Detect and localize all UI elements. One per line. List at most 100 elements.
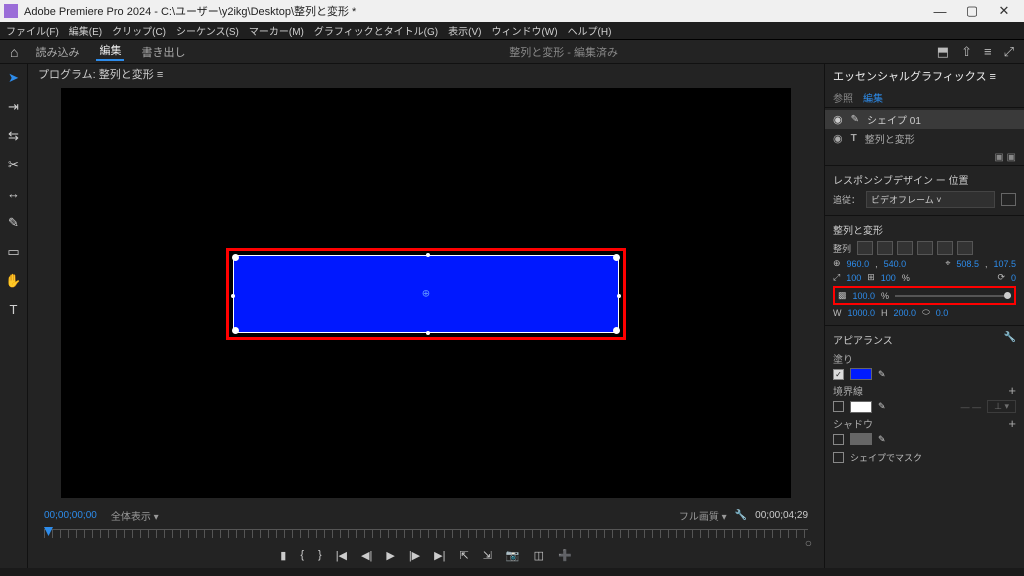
- slider-thumb-icon[interactable]: [1004, 292, 1011, 299]
- position-y[interactable]: 540.0: [884, 259, 907, 269]
- resize-handle[interactable]: [232, 327, 239, 334]
- align-right-icon[interactable]: [897, 241, 913, 255]
- mark-out-icon[interactable]: }: [318, 549, 322, 562]
- scale-pct[interactable]: 100: [881, 273, 896, 283]
- maximize-button[interactable]: ▢: [956, 3, 988, 19]
- shadow-checkbox[interactable]: [833, 434, 844, 445]
- align-left-icon[interactable]: [857, 241, 873, 255]
- shadow-color-swatch[interactable]: [850, 433, 872, 445]
- settings-wrench-icon[interactable]: 🔧: [735, 510, 747, 521]
- align-vcenter-icon[interactable]: [937, 241, 953, 255]
- add-marker-icon[interactable]: ▮: [280, 549, 286, 562]
- menu-marker[interactable]: マーカー(M): [249, 23, 304, 38]
- workspace-tab-edit[interactable]: 編集: [96, 42, 124, 61]
- go-to-out-icon[interactable]: ▶|: [434, 549, 445, 562]
- quality-dropdown[interactable]: フル画質 ▾: [679, 508, 727, 523]
- mark-in-icon[interactable]: {: [300, 549, 304, 562]
- menu-graphics[interactable]: グラフィックとタイトル(G): [314, 23, 438, 38]
- step-back-icon[interactable]: ◀|: [361, 549, 372, 562]
- menu-sequence[interactable]: シーケンス(S): [176, 23, 239, 38]
- tab-browse[interactable]: 参照: [833, 90, 853, 105]
- add-stroke-icon[interactable]: +: [1008, 383, 1016, 398]
- type-tool-icon[interactable]: T: [5, 302, 23, 320]
- export-frame-icon[interactable]: 📷: [506, 549, 520, 562]
- layer-row-text[interactable]: ◉ T 整列と変形: [825, 129, 1024, 148]
- menu-clip[interactable]: クリップ(C): [112, 23, 166, 38]
- corner-value[interactable]: 0.0: [936, 308, 949, 318]
- stroke-checkbox[interactable]: [833, 401, 844, 412]
- resize-handle[interactable]: [426, 331, 430, 335]
- align-bottom-icon[interactable]: [957, 241, 973, 255]
- workspace-tab-export[interactable]: 書き出し: [138, 44, 188, 60]
- menu-view[interactable]: 表示(V): [448, 23, 481, 38]
- go-to-in-icon[interactable]: |◀: [336, 549, 347, 562]
- ripple-tool-icon[interactable]: ⇆: [5, 128, 23, 146]
- zoom-fit-dropdown[interactable]: 全体表示 ▾: [111, 508, 159, 523]
- minimize-button[interactable]: —: [924, 4, 956, 19]
- tab-edit[interactable]: 編集: [863, 90, 883, 105]
- tracking-dropdown[interactable]: ビデオフレーム ˅: [866, 191, 995, 208]
- align-hcenter-icon[interactable]: [877, 241, 893, 255]
- scale-value[interactable]: 100: [846, 273, 861, 283]
- visibility-icon[interactable]: ◉: [833, 132, 843, 145]
- workspace-menu-icon[interactable]: ≡: [984, 44, 992, 59]
- playhead-icon[interactable]: [44, 527, 53, 536]
- resize-handle[interactable]: [231, 294, 235, 298]
- pen-tool-icon[interactable]: ✎: [5, 215, 23, 233]
- extract-icon[interactable]: ⇲: [483, 549, 492, 562]
- eyedropper-icon[interactable]: ✎: [878, 369, 886, 380]
- anchor-x[interactable]: 508.5: [956, 259, 979, 269]
- anchor-point-icon[interactable]: ⊕: [422, 289, 430, 300]
- resize-handle[interactable]: [426, 253, 430, 257]
- height-value[interactable]: 200.0: [894, 308, 917, 318]
- comparison-icon[interactable]: ◫: [534, 549, 544, 562]
- stroke-width[interactable]: — —: [961, 402, 982, 412]
- visibility-icon[interactable]: ◉: [833, 113, 843, 126]
- resize-handle[interactable]: [617, 294, 621, 298]
- step-forward-icon[interactable]: |▶: [409, 549, 420, 562]
- razor-tool-icon[interactable]: ✂: [5, 157, 23, 175]
- close-button[interactable]: ✕: [988, 3, 1020, 19]
- align-top-icon[interactable]: [917, 241, 933, 255]
- rectangle-tool-icon[interactable]: ▭: [5, 244, 23, 262]
- stroke-align-dropdown[interactable]: ⊥ ▾: [987, 400, 1016, 413]
- menu-edit[interactable]: 編集(E): [69, 23, 102, 38]
- pin-edges-icon[interactable]: [1001, 193, 1016, 206]
- button-editor-icon[interactable]: ➕: [558, 549, 572, 562]
- rotate-value[interactable]: 0: [1011, 273, 1016, 283]
- selection-bounding-box[interactable]: ⊕: [226, 248, 626, 340]
- share-icon[interactable]: ⇧: [961, 44, 972, 60]
- selection-tool-icon[interactable]: ➤: [5, 70, 23, 88]
- fill-checkbox[interactable]: ✓: [833, 369, 844, 380]
- ruler-expand-icon[interactable]: ○: [805, 536, 812, 550]
- lift-icon[interactable]: ⇱: [459, 549, 468, 562]
- fill-color-swatch[interactable]: [850, 368, 872, 380]
- wrench-icon[interactable]: 🔧: [1004, 332, 1016, 343]
- quick-export-icon[interactable]: ⬒: [937, 44, 949, 60]
- play-icon[interactable]: ▶: [386, 549, 394, 562]
- mask-checkbox[interactable]: [833, 452, 844, 463]
- timecode-in[interactable]: 00;00;00;00: [44, 510, 97, 521]
- menu-file[interactable]: ファイル(F): [6, 23, 59, 38]
- width-value[interactable]: 1000.0: [848, 308, 876, 318]
- eyedropper-icon[interactable]: ✎: [878, 401, 886, 412]
- resize-handle[interactable]: [613, 254, 620, 261]
- home-icon[interactable]: ⌂: [10, 44, 18, 60]
- fullscreen-icon[interactable]: ⤢: [1004, 44, 1014, 60]
- anchor-y[interactable]: 107.5: [993, 259, 1016, 269]
- stroke-color-swatch[interactable]: [850, 401, 872, 413]
- time-ruler[interactable]: ○: [44, 529, 808, 543]
- link-icon[interactable]: ⊞: [867, 272, 875, 283]
- program-monitor[interactable]: ⊕: [61, 88, 791, 498]
- add-shadow-icon[interactable]: +: [1008, 416, 1016, 431]
- hand-tool-icon[interactable]: ✋: [5, 273, 23, 291]
- slip-tool-icon[interactable]: ↔: [5, 186, 23, 204]
- menu-help[interactable]: ヘルプ(H): [568, 23, 612, 38]
- resize-handle[interactable]: [232, 254, 239, 261]
- track-select-tool-icon[interactable]: ⇥: [5, 99, 23, 117]
- menu-window[interactable]: ウィンドウ(W): [491, 23, 557, 38]
- eyedropper-icon[interactable]: ✎: [878, 434, 886, 445]
- position-x[interactable]: 960.0: [847, 259, 870, 269]
- opacity-value[interactable]: 100.0: [853, 291, 876, 301]
- layer-folder-icons[interactable]: ▣ ▣: [825, 150, 1024, 165]
